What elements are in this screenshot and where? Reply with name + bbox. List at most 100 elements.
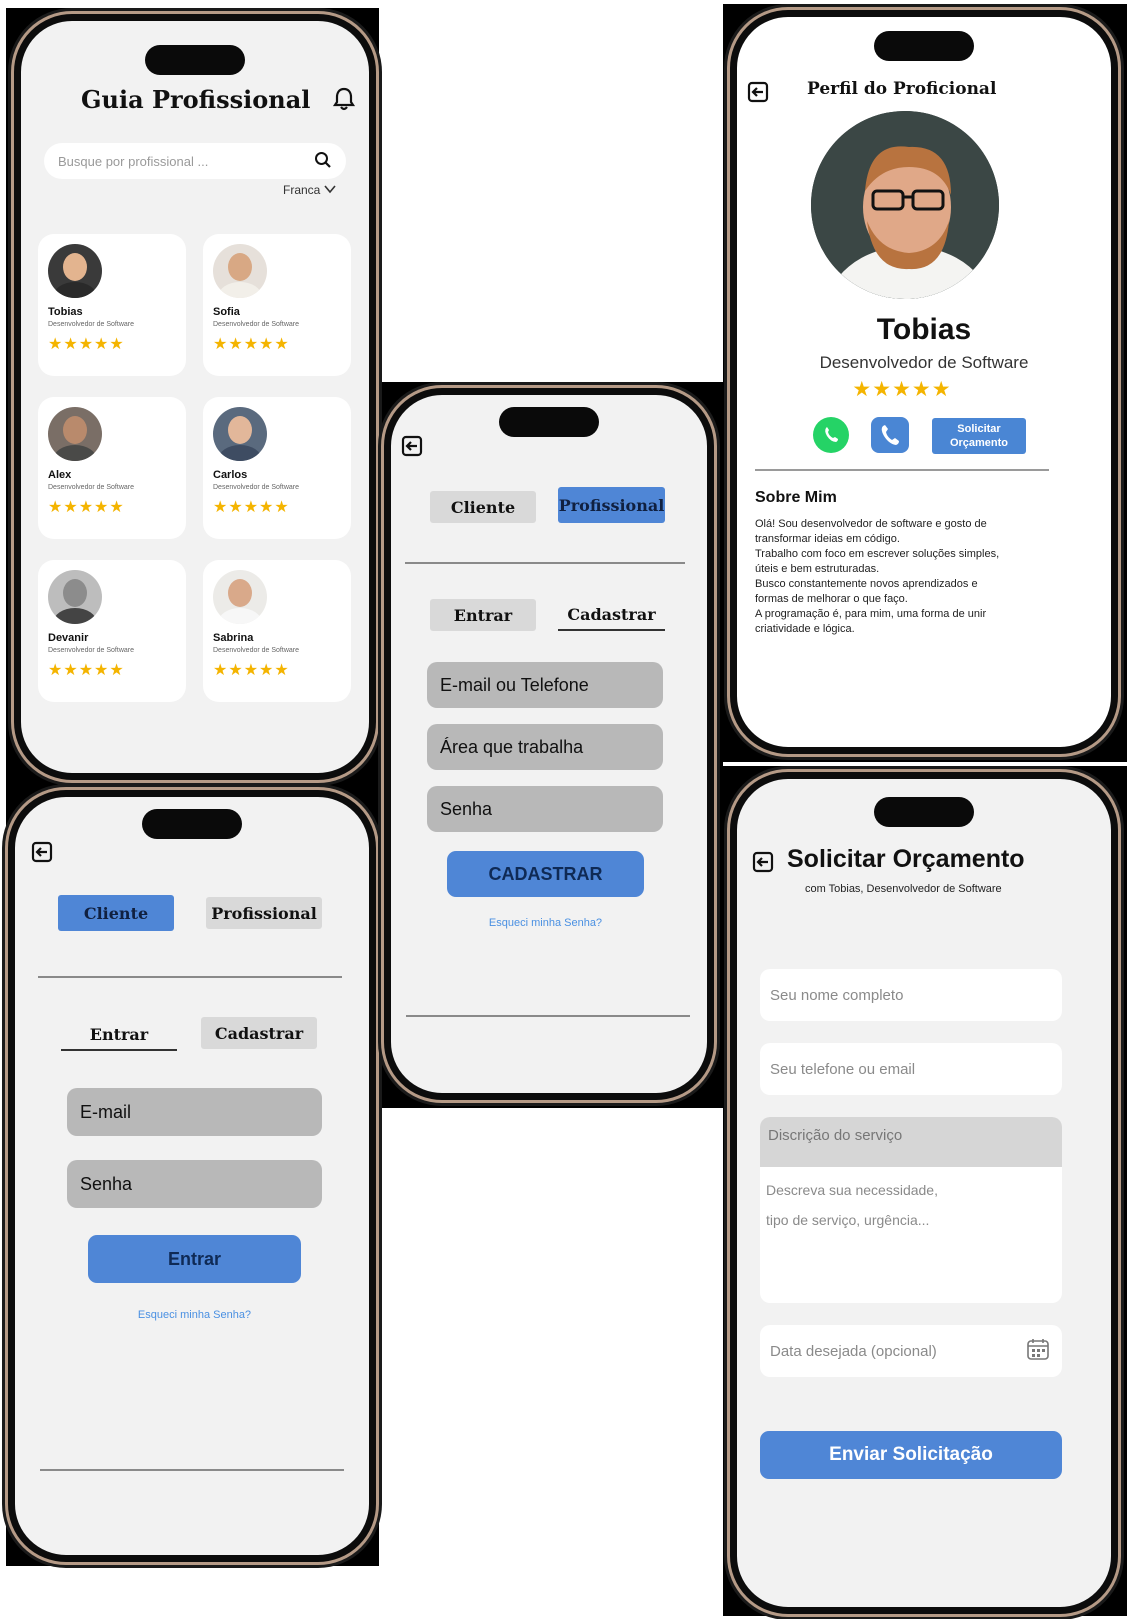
full-name-field[interactable]: Seu nome completo: [760, 969, 1062, 1021]
register-button[interactable]: CADASTRAR: [447, 851, 644, 897]
rating-stars: ★★★★★: [213, 660, 290, 679]
professional-card[interactable]: Alex Desenvolvedor de Software ★★★★★: [38, 397, 186, 539]
password-field[interactable]: Senha: [67, 1160, 322, 1208]
professional-name: Devanir: [48, 632, 89, 644]
request-quote-label: Orçamento: [949, 437, 1009, 449]
about-line: úteis e bem estruturadas.: [755, 563, 880, 575]
back-icon[interactable]: [747, 81, 769, 103]
divider: [38, 976, 342, 978]
professional-name: Tobias: [48, 306, 83, 318]
about-line: Trabalho com foco em escrever soluções s…: [755, 548, 1000, 560]
whatsapp-icon[interactable]: [813, 417, 849, 453]
professional-card[interactable]: Sabrina Desenvolvedor de Software ★★★★★: [203, 560, 351, 702]
placeholder-line: Descreva sua necessidade,: [766, 1182, 938, 1198]
about-line: A programação é, para mim, uma forma de …: [755, 608, 987, 620]
service-description-label: Discrição do serviço: [760, 1117, 1062, 1167]
professional-card[interactable]: Devanir Desenvolvedor de Software ★★★★★: [38, 560, 186, 702]
forgot-password-link[interactable]: Esqueci minha Senha?: [88, 1309, 301, 1321]
professional-name: Sabrina: [213, 632, 254, 644]
search-input[interactable]: Busque por profissional ...: [58, 154, 314, 169]
work-area-field[interactable]: Área que trabalha: [427, 724, 663, 770]
professional-name: Alex: [48, 469, 72, 481]
search-bar[interactable]: Busque por profissional ...: [44, 143, 346, 179]
date-placeholder: Data desejada (opcional): [770, 1342, 937, 1360]
professional-role: Desenvolvedor de Software: [213, 484, 299, 491]
page-subtitle: com Tobias, Desenvolvedor de Software: [805, 883, 1002, 895]
about-line: Busco constantemente novos aprendizados …: [755, 578, 978, 590]
city-selector[interactable]: Franca: [283, 183, 336, 197]
rating-stars: ★★★★★: [48, 660, 125, 679]
avatar: [213, 244, 267, 298]
dynamic-island: [142, 809, 242, 839]
tab-profissional[interactable]: Profissional: [206, 897, 322, 929]
tab-cadastrar[interactable]: Cadastrar: [201, 1017, 317, 1049]
about-title: Sobre Mim: [755, 489, 837, 506]
password-field[interactable]: Senha: [427, 786, 663, 832]
tab-cliente[interactable]: Cliente: [58, 895, 174, 931]
divider: [40, 1469, 344, 1471]
city-label: Franca: [283, 183, 321, 197]
email-phone-field[interactable]: E-mail ou Telefone: [427, 662, 663, 708]
dynamic-island: [874, 797, 974, 827]
back-icon[interactable]: [31, 841, 53, 863]
quote-screen: Solicitar Orçamento com Tobias, Desenvol…: [730, 772, 1118, 1614]
rating-stars: ★★★★★: [213, 497, 290, 516]
tab-cadastrar[interactable]: Cadastrar: [558, 599, 665, 631]
phone-icon[interactable]: [871, 417, 909, 453]
profile-role: Desenvolvedor de Software: [819, 353, 1029, 372]
back-icon[interactable]: [752, 851, 774, 873]
search-icon[interactable]: [314, 151, 332, 172]
request-quote-label: Solicitar: [957, 423, 1001, 435]
avatar: [48, 244, 102, 298]
dynamic-island: [874, 31, 974, 61]
chevron-down-icon: [324, 183, 336, 197]
tab-entrar[interactable]: Entrar: [61, 1019, 177, 1051]
dynamic-island: [499, 407, 599, 437]
service-description-box[interactable]: Discrição do serviço Descreva sua necess…: [760, 1117, 1062, 1303]
page-title: Guia Profissional: [81, 85, 311, 114]
about-line: criatividade e lógica.: [755, 623, 855, 635]
professional-role: Desenvolvedor de Software: [48, 484, 134, 491]
professional-role: Desenvolvedor de Software: [213, 321, 299, 328]
profile-photo: [811, 111, 999, 299]
avatar: [48, 407, 102, 461]
login-button[interactable]: Entrar: [88, 1235, 301, 1283]
about-line: Olá! Sou desenvolvedor de software e gos…: [755, 518, 987, 530]
dynamic-island: [145, 45, 245, 75]
avatar: [213, 570, 267, 624]
page-title: Solicitar Orçamento: [787, 845, 1025, 873]
rating-stars: ★★★★★: [48, 497, 125, 516]
professional-card[interactable]: Sofia Desenvolvedor de Software ★★★★★: [203, 234, 351, 376]
tab-profissional[interactable]: Profissional: [558, 487, 665, 523]
service-description-input[interactable]: Descreva sua necessidade, tipo de serviç…: [760, 1167, 1062, 1243]
profile-name: Tobias: [876, 313, 972, 346]
back-icon[interactable]: [401, 435, 423, 457]
tab-cliente[interactable]: Cliente: [430, 491, 536, 523]
profile-screen: Perfil do Proficional Tobias Desenvolved…: [730, 10, 1118, 754]
professional-name: Carlos: [213, 469, 248, 481]
login-screen: Cliente Profissional Entrar Cadastrar E-…: [8, 790, 376, 1562]
avatar: [213, 407, 267, 461]
email-field[interactable]: E-mail: [67, 1088, 322, 1136]
tab-entrar[interactable]: Entrar: [430, 599, 536, 631]
calendar-icon[interactable]: [1026, 1337, 1050, 1365]
professional-card[interactable]: Carlos Desenvolvedor de Software ★★★★★: [203, 397, 351, 539]
placeholder-line: tipo de serviço, urgência...: [766, 1212, 930, 1228]
about-line: formas de melhorar o que faço.: [755, 593, 908, 605]
professional-role: Desenvolvedor de Software: [213, 647, 299, 654]
send-request-button[interactable]: Enviar Solicitação: [760, 1431, 1062, 1479]
about-line: transformar ideias em código.: [755, 533, 900, 545]
register-screen: Cliente Profissional Entrar Cadastrar E-…: [384, 388, 714, 1100]
contact-field[interactable]: Seu telefone ou email: [760, 1043, 1062, 1095]
bell-icon[interactable]: [332, 86, 356, 112]
home-screen: Guia Profissional Busque por profissiona…: [14, 14, 376, 780]
request-quote-button[interactable]: Solicitar Orçamento: [932, 418, 1026, 454]
rating-stars: ★★★★★: [48, 334, 125, 353]
professional-card[interactable]: Tobias Desenvolvedor de Software ★★★★★: [38, 234, 186, 376]
forgot-password-link[interactable]: Esqueci minha Senha?: [447, 917, 644, 929]
about-text: Olá! Sou desenvolvedor de software e gos…: [755, 517, 1055, 637]
avatar: [48, 570, 102, 624]
date-field[interactable]: Data desejada (opcional): [760, 1325, 1062, 1377]
rating-stars: ★★★★★: [852, 377, 952, 401]
rating-stars: ★★★★★: [213, 334, 290, 353]
